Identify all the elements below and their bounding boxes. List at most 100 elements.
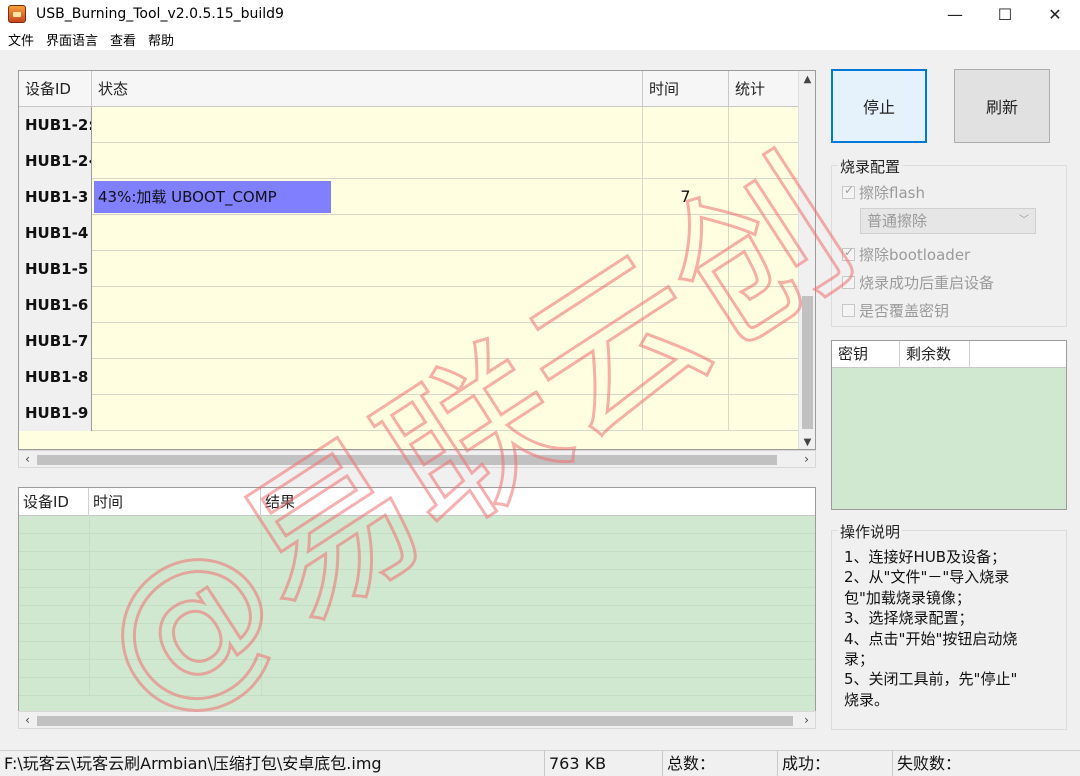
title-bar: USB_Burning_Tool_v2.0.5.15_build9 — ☐ ✕ bbox=[0, 0, 1080, 28]
device-row[interactable]: HUB1-2‹ bbox=[19, 143, 799, 179]
device-table-hscrollbar[interactable]: ‹ › bbox=[18, 450, 816, 468]
stat-cell bbox=[729, 323, 799, 359]
help-line: 4、点击"开始"按钮启动烧 bbox=[844, 629, 1018, 648]
help-text: 1、连接好HUB及设备； 2、从"文件"－"导入烧录 包"加载烧录镜像； 3、选… bbox=[844, 547, 1054, 710]
stat-cell bbox=[729, 179, 799, 215]
app-icon bbox=[8, 5, 26, 23]
device-table-vscrollbar[interactable]: ▲ ▼ bbox=[798, 71, 815, 449]
device-id-cell: HUB1-8 bbox=[19, 359, 92, 395]
erase-flash-checkbox[interactable]: 擦除flash bbox=[842, 182, 925, 203]
window-controls: — ☐ ✕ bbox=[930, 0, 1080, 28]
device-table-header: 设备ID 状态 时间 统计 bbox=[19, 71, 799, 107]
time-cell bbox=[643, 251, 729, 287]
erase-mode-value: 普通擦除 bbox=[867, 212, 928, 230]
checkbox-icon[interactable] bbox=[842, 245, 855, 261]
device-row[interactable]: HUB1-6 bbox=[19, 287, 799, 323]
device-id-cell: HUB1-9 bbox=[19, 395, 92, 431]
help-line: 3、选择烧录配置； bbox=[844, 609, 974, 628]
help-group: 操作说明 1、连接好HUB及设备； 2、从"文件"－"导入烧录 包"加载烧录镜像… bbox=[831, 521, 1067, 730]
column-header-status[interactable]: 状态 bbox=[92, 71, 643, 107]
help-line: 包"加载烧录镜像； bbox=[844, 588, 971, 607]
stat-cell bbox=[729, 287, 799, 323]
checkbox-icon[interactable] bbox=[842, 304, 855, 317]
burn-config-group: 烧录配置 擦除flash 普通擦除 ﹀ 擦除bootloader 烧录成功后重启… bbox=[831, 156, 1067, 327]
result-log-hscrollbar[interactable]: ‹ › bbox=[18, 711, 816, 729]
device-id-cell: HUB1-2‹ bbox=[19, 143, 92, 179]
menu-view[interactable]: 查看 bbox=[110, 30, 136, 49]
scroll-right-arrow-icon[interactable]: › bbox=[798, 712, 815, 729]
device-row[interactable]: HUB1-4 bbox=[19, 215, 799, 251]
stat-cell bbox=[729, 359, 799, 395]
column-divider bbox=[89, 516, 90, 696]
maximize-button[interactable]: ☐ bbox=[980, 0, 1030, 28]
close-button[interactable]: ✕ bbox=[1030, 0, 1080, 28]
scroll-left-arrow-icon[interactable]: ‹ bbox=[19, 451, 36, 468]
stat-cell bbox=[729, 395, 799, 431]
overwrite-key-checkbox[interactable]: 是否覆盖密钥 bbox=[842, 300, 949, 321]
status-total: 总数： bbox=[663, 751, 778, 776]
scroll-thumb[interactable] bbox=[37, 455, 777, 465]
reboot-after-checkbox[interactable]: 烧录成功后重启设备 bbox=[842, 272, 994, 293]
menu-help[interactable]: 帮助 bbox=[148, 30, 174, 49]
minimize-button[interactable]: — bbox=[930, 0, 980, 28]
stat-cell bbox=[729, 215, 799, 251]
column-header-result[interactable]: 结果 bbox=[261, 488, 815, 516]
status-image-size: 763 KB bbox=[545, 751, 663, 776]
burn-config-title: 烧录配置 bbox=[838, 156, 903, 177]
column-header-stat[interactable]: 统计 bbox=[729, 71, 799, 107]
scroll-left-arrow-icon[interactable]: ‹ bbox=[19, 712, 36, 729]
help-line: 烧录。 bbox=[844, 690, 890, 709]
time-cell: 7 bbox=[643, 179, 729, 215]
device-row[interactable]: HUB1-9 bbox=[19, 395, 799, 431]
key-table: 密钥 剩余数 bbox=[831, 340, 1067, 510]
chevron-down-icon: ﹀ bbox=[1019, 215, 1029, 226]
erase-mode-select[interactable]: 普通擦除 ﹀ bbox=[860, 208, 1036, 234]
time-cell bbox=[643, 287, 729, 323]
device-id-cell: HUB1-6 bbox=[19, 287, 92, 323]
status-cell bbox=[92, 287, 643, 323]
time-cell bbox=[643, 215, 729, 251]
column-divider bbox=[261, 516, 262, 696]
scroll-thumb[interactable] bbox=[802, 296, 813, 429]
window-title: USB_Burning_Tool_v2.0.5.15_build9 bbox=[36, 6, 284, 22]
status-cell bbox=[92, 323, 643, 359]
scroll-thumb[interactable] bbox=[37, 716, 793, 726]
stop-button[interactable]: 停止 bbox=[831, 69, 927, 143]
help-line: 1、连接好HUB及设备； bbox=[844, 548, 1007, 566]
menu-bar: 文件 界面语言 查看 帮助 bbox=[0, 28, 1080, 50]
overwrite-key-label: 是否覆盖密钥 bbox=[859, 302, 950, 320]
device-row[interactable]: HUB1-8 bbox=[19, 359, 799, 395]
scroll-right-arrow-icon[interactable]: › bbox=[798, 451, 815, 468]
erase-bootloader-checkbox[interactable]: 擦除bootloader bbox=[842, 244, 970, 265]
column-header-time[interactable]: 时间 bbox=[89, 488, 261, 516]
stat-cell bbox=[729, 107, 799, 143]
column-header-key[interactable]: 密钥 bbox=[832, 341, 900, 368]
checkbox-icon[interactable] bbox=[842, 183, 855, 199]
refresh-button[interactable]: 刷新 bbox=[954, 69, 1050, 143]
erase-bootloader-label: 擦除bootloader bbox=[859, 246, 971, 264]
device-row[interactable]: HUB1-2: bbox=[19, 107, 799, 143]
time-cell bbox=[643, 323, 729, 359]
column-header-time[interactable]: 时间 bbox=[643, 71, 729, 107]
menu-language[interactable]: 界面语言 bbox=[46, 30, 98, 49]
device-row[interactable]: HUB1-3 43%:加载 UBOOT_COMP 7 bbox=[19, 179, 799, 215]
column-header-device-id[interactable]: 设备ID bbox=[19, 488, 89, 516]
column-header-device-id[interactable]: 设备ID bbox=[19, 71, 92, 107]
erase-flash-label: 擦除flash bbox=[859, 184, 925, 202]
checkbox-icon[interactable] bbox=[842, 276, 855, 289]
status-cell bbox=[92, 395, 643, 431]
scroll-down-arrow-icon[interactable]: ▼ bbox=[799, 434, 815, 449]
time-cell bbox=[643, 395, 729, 431]
device-row[interactable]: HUB1-7 bbox=[19, 323, 799, 359]
help-line: 5、关闭工具前，先"停止" bbox=[844, 670, 1018, 689]
menu-file[interactable]: 文件 bbox=[8, 30, 34, 49]
status-cell: 43%:加载 UBOOT_COMP bbox=[92, 179, 643, 215]
status-cell bbox=[92, 215, 643, 251]
device-table: 设备ID 状态 时间 统计 HUB1-2: HUB1-2‹ HUB1-3 43%:加载… bbox=[18, 70, 816, 450]
time-cell bbox=[643, 107, 729, 143]
status-text: 43%:加载 UBOOT_COMP bbox=[98, 188, 277, 206]
status-bar: F:\玩客云\玩客云刷Armbian\压缩打包\安卓底包.img 763 KB … bbox=[0, 750, 1080, 776]
device-row[interactable]: HUB1-5 bbox=[19, 251, 799, 287]
column-header-remaining[interactable]: 剩余数 bbox=[900, 341, 970, 368]
scroll-up-arrow-icon[interactable]: ▲ bbox=[799, 71, 815, 88]
